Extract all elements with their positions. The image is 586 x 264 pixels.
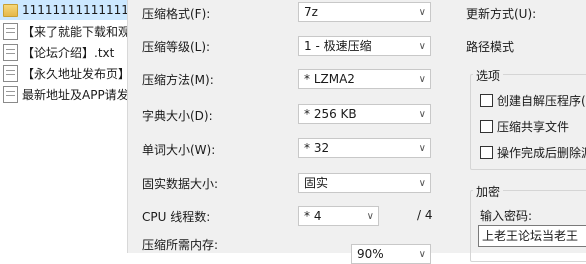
chevron-down-icon: ∨ bbox=[418, 143, 426, 154]
compression-level-label: 压缩等级(L): bbox=[142, 40, 211, 54]
compression-level-value: 1 - 极速压缩 bbox=[304, 39, 372, 53]
dictionary-size-label: 字典大小(D): bbox=[142, 109, 213, 123]
file-name: 【来了就能下载和观 bbox=[22, 24, 127, 39]
file-item[interactable]: 【来了就能下载和观 bbox=[0, 21, 127, 41]
password-label: 输入密码: bbox=[480, 209, 533, 223]
file-explorer-pane: 11111111111111 【来了就能下载和观 【论坛介绍】.txt 【永久地… bbox=[0, 0, 127, 253]
checkbox-box[interactable] bbox=[480, 146, 493, 159]
archive-format-value: 7z bbox=[304, 5, 318, 19]
chevron-down-icon: ∨ bbox=[418, 109, 426, 120]
cpu-threads-value: * 4 bbox=[304, 209, 322, 223]
cpu-threads-select[interactable]: * 4 ∨ bbox=[298, 206, 379, 226]
file-name: 11111111111111 bbox=[22, 3, 127, 17]
folder-icon bbox=[3, 3, 18, 17]
checkbox-box[interactable] bbox=[480, 94, 493, 107]
compression-method-value: * LZMA2 bbox=[304, 72, 355, 86]
delete-after-checkbox[interactable]: 操作完成后删除源 bbox=[480, 144, 586, 161]
shared-files-checkbox[interactable]: 压缩共享文件 bbox=[480, 118, 569, 135]
memory-usage-value: 90% bbox=[357, 247, 384, 261]
file-name: 【永久地址发布页】 bbox=[22, 66, 127, 81]
chevron-down-icon: ∨ bbox=[418, 249, 426, 260]
sfx-checkbox[interactable]: 创建自解压程序(X bbox=[480, 92, 586, 109]
compression-level-select[interactable]: 1 - 极速压缩 ∨ bbox=[298, 36, 431, 56]
chevron-down-icon: ∨ bbox=[418, 41, 426, 52]
chevron-down-icon: ∨ bbox=[418, 74, 426, 85]
path-mode-label: 路径模式 bbox=[466, 40, 515, 54]
cpu-threads-label: CPU 线程数: bbox=[142, 210, 211, 224]
text-file-icon bbox=[3, 64, 18, 82]
compression-method-label: 压缩方法(M): bbox=[142, 73, 214, 87]
shared-files-checkbox-label: 压缩共享文件 bbox=[497, 120, 570, 134]
file-item[interactable]: 最新地址及APP请发 bbox=[0, 84, 127, 104]
file-item[interactable]: 【永久地址发布页】 bbox=[0, 63, 127, 83]
chevron-down-icon: ∨ bbox=[366, 211, 374, 222]
word-size-value: * 32 bbox=[304, 141, 330, 155]
memory-usage-label: 压缩所需内存: bbox=[142, 238, 219, 252]
solid-block-size-label: 固实数据大小: bbox=[142, 177, 219, 191]
delete-after-checkbox-label: 操作完成后删除源 bbox=[497, 146, 586, 160]
word-size-label: 单词大小(W): bbox=[142, 143, 216, 157]
file-item[interactable]: 【论坛介绍】.txt bbox=[0, 42, 127, 62]
chevron-down-icon: ∨ bbox=[418, 7, 426, 18]
encryption-group-title: 加密 bbox=[473, 183, 504, 200]
file-name: 【论坛介绍】.txt bbox=[22, 45, 115, 60]
dictionary-size-value: * 256 KB bbox=[304, 107, 357, 121]
solid-block-size-value: 固实 bbox=[304, 176, 329, 190]
solid-block-size-select[interactable]: 固实 ∨ bbox=[298, 173, 431, 193]
word-size-select[interactable]: * 32 ∨ bbox=[298, 138, 431, 158]
sfx-checkbox-label: 创建自解压程序(X bbox=[497, 94, 586, 108]
text-file-icon bbox=[3, 43, 18, 61]
archive-format-label: 压缩格式(F): bbox=[142, 7, 211, 21]
add-to-archive-dialog: 压缩格式(F): 7z ∨ 压缩等级(L): 1 - 极速压缩 ∨ 压缩方法(M… bbox=[127, 0, 586, 264]
dictionary-size-select[interactable]: * 256 KB ∨ bbox=[298, 104, 431, 124]
text-file-icon bbox=[3, 22, 18, 40]
memory-usage-select[interactable]: 90% ∨ bbox=[351, 244, 431, 264]
checkbox-box[interactable] bbox=[480, 120, 493, 133]
compression-method-select[interactable]: * LZMA2 ∨ bbox=[298, 69, 431, 89]
archive-format-select[interactable]: 7z ∨ bbox=[298, 2, 431, 22]
file-name: 最新地址及APP请发 bbox=[22, 87, 127, 102]
options-group-title: 选项 bbox=[473, 67, 504, 84]
update-mode-label: 更新方式(U): bbox=[466, 7, 537, 21]
cpu-threads-total: / 4 bbox=[417, 208, 433, 222]
file-item-folder[interactable]: 11111111111111 bbox=[0, 0, 127, 20]
password-input[interactable]: 上老王论坛当老王 bbox=[478, 225, 586, 247]
chevron-down-icon: ∨ bbox=[418, 178, 426, 189]
text-file-icon bbox=[3, 85, 18, 103]
